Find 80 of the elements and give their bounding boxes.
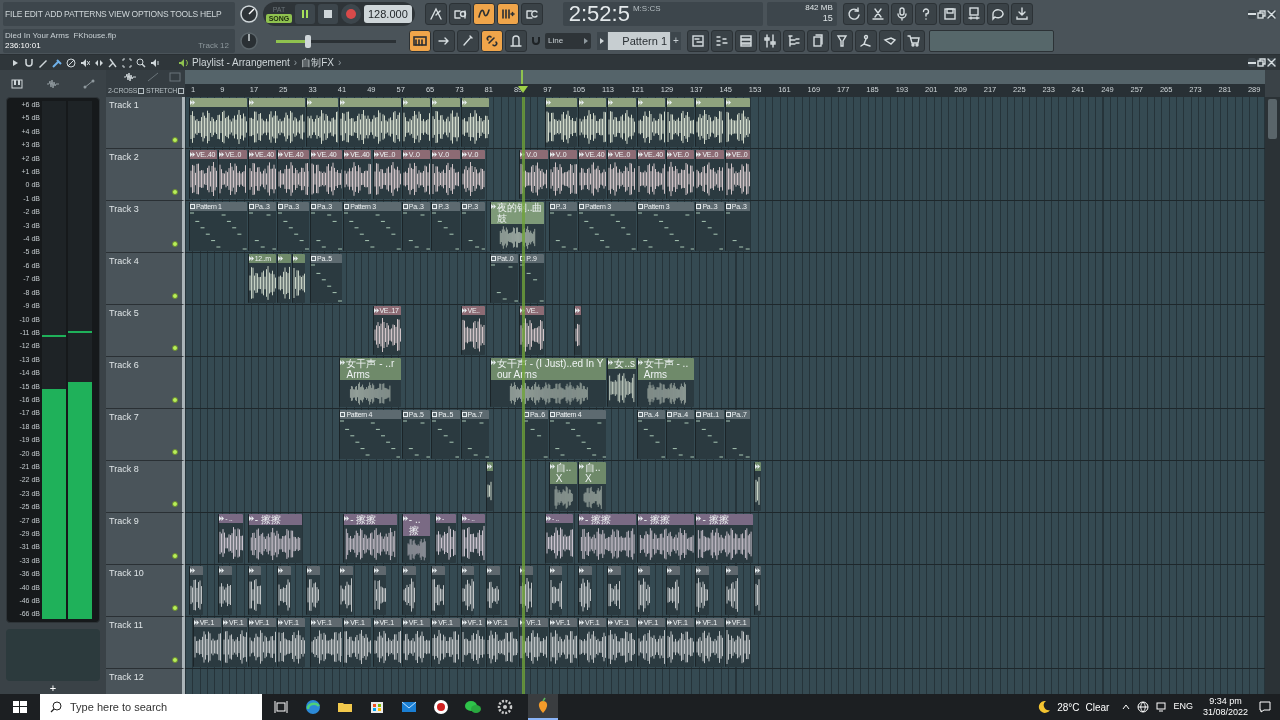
clip-label: 夜的钢..曲鼓 [496,202,544,224]
menu-item[interactable]: PATTERNS [64,7,107,21]
clip-label: - 擦擦 [350,514,377,525]
tempo-field[interactable]: 128.000 [364,5,412,23]
audio-clip[interactable]: - ..擦 [401,514,431,563]
menu-item[interactable]: FILE [5,7,23,21]
clip-label: 自..X [555,462,573,484]
menu-item[interactable]: EDIT [24,7,43,21]
weather-condition: Clear [1085,700,1110,715]
clip-label: 女干声 - ..Arms [643,358,690,380]
breadcrumb-separator: › [293,56,298,69]
clip-label: 女干声 - ..r Arms [346,358,396,380]
time-unit: M:S:CS [632,3,661,15]
audio-clip[interactable]: 女干声 - ..r Arms [339,358,401,407]
cpu-usage: 15 [822,13,833,24]
audio-clip[interactable]: 女干声 - ..Arms [636,358,695,407]
track-header[interactable]: Track 5 [106,305,185,357]
audio-clip[interactable]: - 擦擦 [636,514,695,563]
audio-clip[interactable]: - 擦擦 [695,514,754,563]
track-header[interactable]: Track 2 [106,149,185,201]
hint-target: Track 12 [198,41,230,51]
clip-label: 女..s [614,358,635,369]
track-name: Track 3 [109,203,139,216]
menu-item[interactable]: VIEW [108,7,130,21]
clip-label: - 擦擦 [585,514,612,525]
audio-clip[interactable]: - 擦擦 [343,514,398,563]
song-time: 2:52:5 [568,2,630,26]
track-name: Track 6 [109,359,139,372]
audio-clip[interactable]: - 擦擦 [247,514,302,563]
track-header[interactable]: Track 9 [106,513,185,565]
menu-item[interactable]: HELP [200,7,222,21]
clock-time[interactable]: 9:34 pm [1209,696,1242,707]
track-name: Track 1 [109,99,139,112]
track-header[interactable]: Track 6 [106,357,185,409]
memory-usage: 842 MB [805,2,833,13]
clip-label: 女干声 - (I Just)..ed In Your Arms [496,358,605,380]
breadcrumb-item[interactable]: 自制FX [301,56,334,69]
clip-label: - 擦擦 [702,514,729,525]
track-header[interactable]: Track 12 [106,669,185,694]
window-title: Playlist - Arrangement [192,56,290,69]
hint-time: 236:10:01 [5,41,41,51]
clip-label: - 擦擦 [254,514,281,525]
track-header[interactable]: Track 3 [106,201,185,253]
clock-date[interactable]: 31/08/2022 [1202,707,1248,718]
clip-label: - 擦擦 [643,514,670,525]
track-name: Track 2 [109,151,139,164]
add-button[interactable]: + [0,681,106,695]
audio-clip[interactable]: - 擦擦 [578,514,636,563]
track-header[interactable]: Track 11 [106,617,185,669]
track-header[interactable]: Track 7 [106,409,185,461]
audio-clip[interactable]: 夜的钢..曲鼓 [489,202,544,251]
track-header[interactable]: Track 1 [106,97,185,149]
snap-dropdown[interactable]: Line [545,33,591,49]
clip-label: - ..擦 [408,514,422,536]
track-name: Track 9 [109,515,139,528]
track-name: Track 10 [109,567,144,580]
menu-item[interactable]: TOOLS [170,7,199,21]
audio-clip[interactable]: 女..s [607,358,636,407]
track-name: Track 11 [109,619,143,632]
language-indicator[interactable]: ENG [1173,700,1193,714]
track-name: Track 7 [109,411,139,424]
search-field[interactable]: Type here to search [40,694,262,720]
menu-item[interactable]: OPTIONS [131,7,169,21]
track-header[interactable]: Track 8 [106,461,185,513]
add-pattern-button[interactable]: + [671,32,681,50]
audio-clip[interactable]: 自..X [548,462,577,511]
clip-label: 自..X [585,462,602,484]
track-name: Track 8 [109,463,139,476]
pattern-selector[interactable]: Pattern 1 [608,32,670,50]
audio-clip[interactable]: 女干声 - (I Just)..ed In Your Arms [489,358,607,407]
song-title: Died In Your Arms FKhouse.flp [5,31,118,41]
track-header[interactable]: Track 4 [106,253,185,305]
temperature: 28°C [1057,700,1080,715]
track-name: Track 5 [109,307,139,320]
breadcrumb-separator: › [337,56,342,69]
audio-clip[interactable]: 自..X [578,462,607,511]
track-header[interactable]: Track 10 [106,565,185,617]
track-name: Track 4 [109,255,139,268]
track-name: Track 12 [109,671,144,684]
menu-item[interactable]: ADD [44,7,63,21]
